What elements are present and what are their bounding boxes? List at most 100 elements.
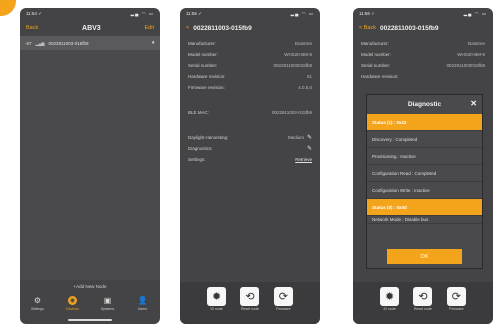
sun-icon: ✷ (151, 40, 155, 45)
detail-value: Daintree (294, 41, 312, 46)
tab-label: Settings (31, 307, 44, 311)
back-button[interactable]: Back (26, 25, 38, 31)
tab-users[interactable]: 👤 Users (130, 296, 156, 311)
detail-label: Model number: (361, 52, 392, 57)
detail-value: 0022811003015fb9 (273, 63, 312, 68)
reset-icon[interactable]: ⟲ (413, 287, 433, 306)
signal-icon: ▂▄▆ (35, 40, 45, 46)
sun-icon[interactable]: ✹ (380, 287, 400, 306)
tab-label: Users (137, 307, 148, 311)
detail-row: Manufacturer: Daintree (361, 38, 485, 49)
status-bar: 11:54 ✓ ▂▄ ◠ ▭ (20, 8, 160, 20)
firmware-icon[interactable]: ⟳ (273, 287, 293, 306)
detail-label: Serial number: (188, 63, 218, 68)
detail-row: Hardware revision: 51 (188, 71, 312, 82)
pencil-icon[interactable]: ✎ (307, 145, 312, 152)
tab-devices[interactable]: ◉ Devices (60, 296, 86, 311)
home-indicator (68, 319, 112, 321)
edit-button[interactable]: Edit (145, 25, 154, 31)
settings-row: Settings: Retrieve (188, 154, 312, 165)
detail-row: Serial number: 0022811003015fb9 (188, 60, 312, 71)
detail-label: Firmware revision: (188, 85, 225, 90)
action-label: ID node (383, 307, 396, 311)
id-node-action[interactable]: ✹ ID node (207, 287, 227, 311)
nav-bar: Back ABV3 Edit (20, 20, 160, 36)
detail-label: Diagnostics: (188, 146, 213, 151)
id-node-action[interactable]: ✹ ID node (380, 287, 400, 311)
sun-icon[interactable]: ✹ (207, 287, 227, 306)
action-label: Firmware (276, 307, 291, 311)
reset-node-action[interactable]: ⟲ Reset node (240, 287, 260, 311)
modal-title: Diagnostic (407, 101, 442, 108)
detail-value: 4.0.5.0 (298, 85, 312, 90)
status-icons: ▂▄ ◠ ▭ (130, 11, 154, 16)
system-icon: ▣ (103, 295, 112, 305)
diagnostic-row: Configuration Read : Completed (367, 165, 482, 182)
detail-label: Hardware revision: (361, 74, 399, 79)
retrieve-link[interactable]: Retrieve (295, 157, 312, 162)
firmware-action[interactable]: ⟳ Firmware (273, 287, 293, 311)
diagnostic-row: Provisioning : Inactive (367, 148, 482, 165)
device-list (20, 50, 160, 280)
modal-header: Diagnostic ✕ (367, 95, 482, 114)
diagnostic-row: Status (1) : 0x22 (367, 114, 482, 131)
diagnostic-row: Network Mode : Disable bus (367, 216, 482, 224)
nav-bar: < 0022811003-015fb9 (180, 20, 320, 36)
detail-label: Manufacturer: (361, 41, 389, 46)
reset-icon[interactable]: ⟲ (240, 287, 260, 306)
list-item[interactable]: -67 ▂▄▆ 0022811003-015fb9 ✷ (20, 36, 160, 50)
detail-label: Settings: (188, 157, 206, 162)
detail-label: Manufacturer: (188, 41, 216, 46)
devices-icon: ◉ (68, 296, 77, 305)
nav-bar: < Back 0022811003-015fb9 (353, 20, 493, 36)
ok-button[interactable]: OK (387, 249, 462, 264)
action-label: Firmware (449, 307, 464, 311)
detail-value: Daintree (467, 41, 485, 46)
detail-value: 0022811003015fb9 (446, 63, 485, 68)
action-bar: ✹ ID node ⟲ Reset node ⟳ Firmware (180, 282, 320, 324)
reset-node-action[interactable]: ⟲ Reset node (413, 287, 433, 311)
detail-row: Manufacturer: Daintree (188, 38, 312, 49)
tab-bar: ⚙ Settings ◉ Devices ▣ Systems 👤 Users (20, 294, 160, 318)
status-icons: ▂▄ ◠ ▭ (290, 11, 314, 16)
detail-row: Hardware revision: (361, 71, 485, 82)
page-title: ABV3 (82, 24, 101, 32)
add-node-button[interactable]: +Add New Node (20, 280, 160, 293)
detail-value: 51 (306, 74, 312, 79)
status-icons: ▂▄ ◠ ▭ (463, 11, 487, 16)
detail-value: 0022811003-015fb9 (272, 110, 312, 115)
gear-icon: ⚙ (33, 295, 42, 305)
page-title: 0022811003-015fb9 (379, 24, 439, 32)
detail-label: BLE MAC: (188, 110, 210, 115)
back-button[interactable]: < (186, 25, 189, 31)
action-label: Reset node (241, 307, 259, 311)
pencil-icon[interactable]: ✎ (307, 134, 312, 141)
action-bar: ✹ ID node ⟲ Reset node ⟳ Firmware (353, 282, 493, 324)
detail-row: Firmware revision: 4.0.5.0 (188, 82, 312, 93)
close-icon[interactable]: ✕ (470, 99, 477, 108)
tab-systems[interactable]: ▣ Systems (95, 296, 121, 311)
diagnostic-row: Configuration Write : Inactive (367, 182, 482, 199)
phone-diagnostic-screen: 11:56 ✓ ▂▄ ◠ ▭ < Back 0022811003-015fb9 … (353, 8, 493, 324)
diagnostic-row: Discovery : Completed (367, 131, 482, 148)
status-bar: 11:55 ✓ ▂▄ ◠ ▭ (180, 8, 320, 20)
firmware-action[interactable]: ⟳ Firmware (446, 287, 466, 311)
status-time: 11:54 ✓ (26, 11, 42, 16)
diagnostics-row: Diagnostics: ✎ (188, 143, 312, 154)
status-bar: 11:56 ✓ ▂▄ ◠ ▭ (353, 8, 493, 20)
back-button[interactable]: < Back (359, 25, 376, 31)
device-details: Manufacturer: Daintree Model number: WHS20… (180, 36, 320, 167)
action-label: Reset node (414, 307, 432, 311)
detail-value: WHS20-BM-5 (284, 52, 312, 57)
detail-label: Model number: (188, 52, 219, 57)
tab-settings[interactable]: ⚙ Settings (25, 296, 51, 311)
detail-label: Serial number: (361, 63, 391, 68)
status-time: 11:56 ✓ (359, 11, 375, 16)
tab-label: Systems (100, 307, 115, 311)
detail-row: Model number: WHS20-BM-5 (361, 49, 485, 60)
action-label: ID node (210, 307, 223, 311)
detail-row: Model number: WHS20-BM-5 (188, 49, 312, 60)
detail-value: Medium (287, 135, 304, 140)
status-time: 11:55 ✓ (186, 11, 202, 16)
firmware-icon[interactable]: ⟳ (446, 287, 466, 306)
